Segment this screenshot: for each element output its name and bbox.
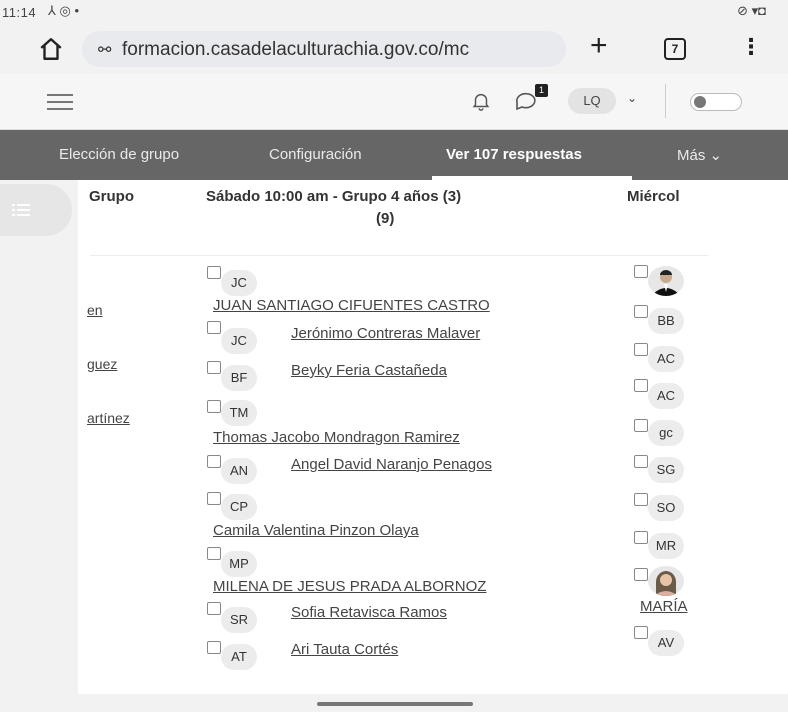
student-checkbox-4[interactable]: [207, 400, 221, 413]
list-icon: [12, 204, 30, 216]
right-avatar-2: AC: [648, 346, 684, 372]
student-checkbox-7[interactable]: [207, 547, 221, 560]
right-checkbox-7[interactable]: [634, 493, 648, 506]
right-checkbox-1[interactable]: [634, 265, 648, 278]
nav-responses[interactable]: Ver 107 respuestas: [446, 146, 582, 163]
student-checkbox-1[interactable]: [207, 266, 221, 279]
hamburger-menu-icon[interactable]: [47, 94, 73, 110]
student-name-1[interactable]: JUAN SANTIAGO CIFUENTES CASTRO: [213, 297, 490, 314]
user-avatar[interactable]: LQ: [568, 88, 616, 114]
url-text: formacion.casadelaculturachia.gov.co/mc: [122, 39, 470, 60]
right-checkbox-10[interactable]: [634, 626, 648, 639]
nav-group-selection[interactable]: Elección de grupo: [59, 146, 179, 163]
student-avatar-4: TM: [221, 400, 257, 426]
student-checkbox-9[interactable]: [207, 641, 221, 654]
student-avatar-9: AT: [221, 644, 257, 670]
student-avatar-2: JC: [221, 328, 257, 354]
student-checkbox-3[interactable]: [207, 361, 221, 374]
chevron-down-icon[interactable]: ⌄: [627, 91, 637, 105]
home-icon[interactable]: [38, 36, 64, 62]
tab-count-icon[interactable]: 7: [664, 38, 686, 60]
new-tab-icon[interactable]: +: [590, 29, 608, 63]
right-checkbox-2[interactable]: [634, 305, 648, 318]
app-header: 1 LQ ⌄: [0, 74, 788, 130]
column-header-grupo: Grupo: [89, 188, 134, 205]
nav-more[interactable]: Más ⌄: [677, 146, 722, 164]
right-checkbox-6[interactable]: [634, 455, 648, 468]
right-avatar-8: AV: [648, 630, 684, 656]
column-header-miercoles: Miércol: [627, 188, 680, 205]
browser-toolbar: ⚯ formacion.casadelaculturachia.gov.co/m…: [0, 24, 788, 74]
student-name-6[interactable]: Camila Valentina Pinzon Olaya: [213, 522, 419, 539]
bell-icon[interactable]: [470, 90, 492, 112]
student-avatar-6: CP: [221, 494, 257, 520]
gesture-handle: [317, 702, 473, 706]
right-avatar-3: AC: [648, 383, 684, 409]
left-name-3[interactable]: artínez: [87, 410, 130, 426]
student-avatar-7: MP: [221, 551, 257, 577]
right-avatar-1: BB: [648, 308, 684, 334]
right-checkbox-5[interactable]: [634, 419, 648, 432]
student-name-4[interactable]: Thomas Jacobo Mondragon Ramirez: [213, 429, 460, 446]
right-name-maria[interactable]: MARÍA: [640, 598, 688, 615]
chat-badge: 1: [535, 84, 548, 97]
secondary-nav: Elección de grupo Configuración Ver 107 …: [0, 130, 788, 180]
clock: 11:14: [2, 5, 37, 20]
drawer-toggle-button[interactable]: [0, 184, 72, 236]
student-name-9[interactable]: Ari Tauta Cortés: [291, 641, 398, 658]
notification-icons: ⅄ ◎ •: [48, 3, 80, 18]
right-checkbox-4[interactable]: [634, 379, 648, 392]
student-avatar-1: JC: [221, 270, 257, 296]
right-avatar-4: gc: [648, 420, 684, 446]
right-avatar-5: SG: [648, 457, 684, 483]
student-checkbox-5[interactable]: [207, 455, 221, 468]
right-checkbox-8[interactable]: [634, 531, 648, 544]
right-checkbox-3[interactable]: [634, 343, 648, 356]
student-checkbox-2[interactable]: [207, 321, 221, 334]
address-bar[interactable]: ⚯ formacion.casadelaculturachia.gov.co/m…: [82, 31, 566, 67]
student-name-5[interactable]: Angel David Naranjo Penagos: [291, 456, 492, 473]
student-name-3[interactable]: Beyky Feria Castañeda: [291, 362, 447, 379]
site-settings-icon[interactable]: ⚯: [98, 40, 111, 60]
right-avatar-7: MR: [648, 533, 684, 559]
student-checkbox-6[interactable]: [207, 492, 221, 505]
system-icons: ⊘ ▾◘: [737, 3, 766, 18]
student-name-8[interactable]: Sofia Retavisca Ramos: [291, 604, 447, 621]
column-header-sabado: Sábado 10:00 am - Grupo 4 años (3): [206, 188, 462, 205]
left-name-1[interactable]: en: [87, 302, 103, 318]
left-name-2[interactable]: guez: [87, 356, 117, 372]
student-name-2[interactable]: Jerónimo Contreras Malaver: [291, 325, 480, 342]
column-header-sabado-count: (9): [376, 210, 395, 227]
right-checkbox-9[interactable]: [634, 568, 648, 581]
nav-configuration[interactable]: Configuración: [269, 146, 362, 163]
student-avatar-5: AN: [221, 458, 257, 484]
divider: [665, 84, 666, 118]
mode-toggle[interactable]: [690, 93, 742, 111]
screen: 11:14 ⅄ ◎ • ⊘ ▾◘ ⚯ formacion.casadelacul…: [0, 0, 788, 712]
student-checkbox-8[interactable]: [207, 602, 221, 615]
right-avatar-6: SO: [648, 495, 684, 521]
user-photo-avatar: [648, 266, 684, 296]
status-bar: 11:14 ⅄ ◎ • ⊘ ▾◘: [0, 0, 788, 24]
user-photo-avatar-2: [648, 566, 684, 596]
more-menu-icon[interactable]: ⋮: [740, 34, 762, 60]
student-avatar-8: SR: [221, 607, 257, 633]
header-divider: [90, 255, 708, 256]
student-avatar-3: BF: [221, 365, 257, 391]
student-name-7[interactable]: MILENA DE JESUS PRADA ALBORNOZ: [213, 578, 486, 595]
